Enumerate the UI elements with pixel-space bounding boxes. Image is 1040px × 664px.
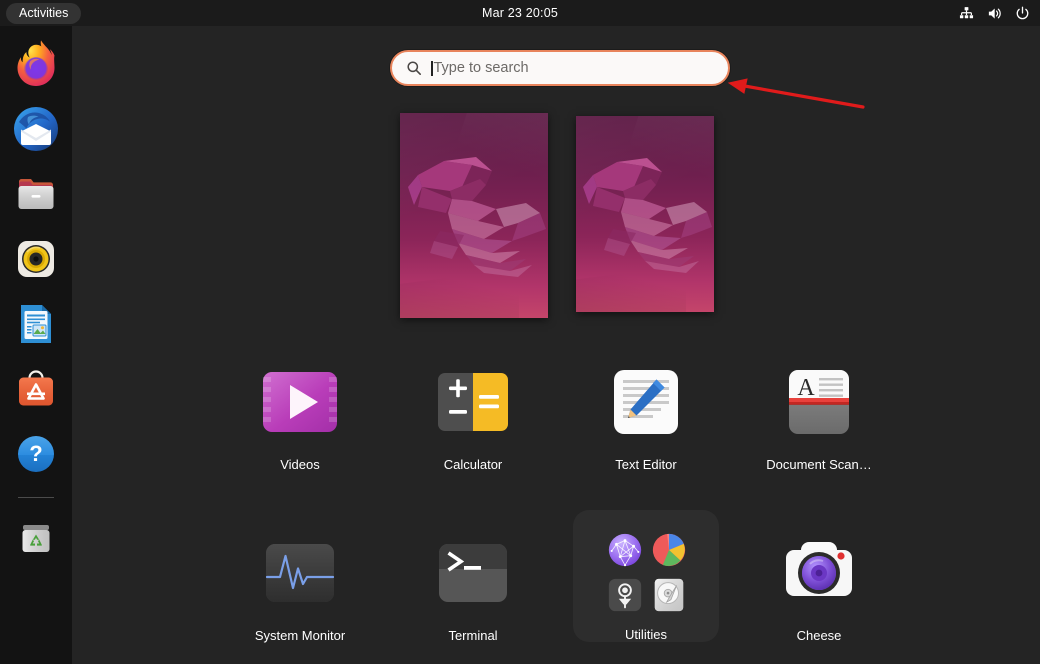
app-label: Document Scan…: [766, 457, 872, 472]
mini-disks-icon: [654, 578, 684, 611]
dock: ?: [0, 26, 72, 664]
app-text-editor[interactable]: Text Editor: [573, 340, 719, 472]
app-videos[interactable]: Videos: [227, 340, 373, 472]
app-calculator[interactable]: Calculator: [400, 340, 546, 472]
app-icon-container: [771, 525, 867, 621]
app-icon-container: [252, 354, 348, 450]
app-grid: Videos Calculator Text Editor A Document…: [72, 340, 1040, 664]
dock-item-ubuntu-software[interactable]: [12, 365, 60, 413]
search-container: Type to search: [390, 50, 730, 86]
document-scanner-icon: A: [789, 370, 849, 434]
folder-preview-grid: [598, 524, 694, 620]
text-editor-icon: [614, 370, 678, 434]
mini-logs-icon: [608, 578, 642, 611]
volume-icon[interactable]: [987, 6, 1002, 21]
workspace-thumbnail-1[interactable]: [400, 113, 548, 318]
workspace-thumbnail-2[interactable]: [576, 116, 714, 312]
trash-icon: [22, 525, 50, 552]
dock-item-trash[interactable]: [12, 514, 60, 562]
videos-icon: [263, 372, 337, 432]
app-terminal[interactable]: Terminal: [400, 511, 546, 643]
dock-separator: [18, 497, 54, 498]
app-label: Terminal: [448, 628, 498, 643]
libreoffice-impress-icon: [21, 305, 51, 343]
top-bar: Activities Mar 23 20:05: [0, 0, 1040, 26]
thunderbird-icon: [14, 107, 58, 151]
clock-menu: Mar 23 20:05: [0, 6, 1040, 20]
app-label: Utilities: [625, 627, 667, 642]
power-icon[interactable]: [1015, 6, 1030, 21]
search-icon: [407, 61, 421, 75]
workspace-wallpaper-1: [400, 113, 548, 318]
app-label: Text Editor: [615, 457, 677, 472]
dock-item-files[interactable]: [12, 170, 60, 218]
app-label: System Monitor: [254, 628, 346, 643]
calculator-icon: [438, 373, 508, 431]
workspace-wallpaper-2: [576, 116, 714, 312]
network-icon[interactable]: [959, 6, 974, 21]
help-icon: ?: [18, 436, 54, 472]
mini-disk-usage-analyzer-icon: [652, 533, 686, 566]
dock-item-libreoffice-impress[interactable]: [12, 300, 60, 348]
search-input[interactable]: Type to search: [390, 50, 730, 86]
dock-item-help[interactable]: ?: [12, 430, 60, 478]
app-icon-container: A: [771, 354, 867, 450]
dock-item-thunderbird[interactable]: [12, 105, 60, 153]
app-label: Cheese: [796, 628, 842, 643]
activities-label: Activities: [19, 5, 69, 20]
activities-button[interactable]: Activities: [6, 2, 82, 24]
app-icon-container: [252, 525, 348, 621]
app-label: Calculator: [443, 457, 503, 472]
app-icon-container: [425, 354, 521, 450]
dock-item-firefox[interactable]: [12, 40, 60, 88]
mini-connections-icon: [608, 533, 642, 566]
files-icon: [18, 179, 54, 209]
dock-item-rhythmbox[interactable]: [12, 235, 60, 283]
app-label: Videos: [280, 457, 320, 472]
text-cursor: [431, 60, 433, 76]
cheese-icon: [786, 542, 852, 596]
app-utilities-folder[interactable]: Utilities: [573, 510, 719, 642]
svg-text:A: A: [797, 375, 815, 401]
app-icon-container: [598, 354, 694, 450]
app-document-scanner[interactable]: A Document Scan…: [746, 340, 892, 472]
clock-label[interactable]: Mar 23 20:05: [482, 6, 558, 20]
search-placeholder: Type to search: [433, 60, 529, 76]
firefox-icon: [17, 40, 55, 86]
svg-text:?: ?: [29, 441, 42, 466]
system-monitor-icon: [265, 544, 335, 602]
rhythmbox-icon: [18, 241, 54, 277]
terminal-icon: [439, 544, 507, 602]
system-tray: [959, 0, 1030, 26]
workspace-thumbnail-strip: [72, 105, 1040, 320]
app-cheese[interactable]: Cheese: [746, 511, 892, 643]
app-icon-container: [425, 525, 521, 621]
ubuntu-software-icon: [19, 370, 53, 406]
app-system-monitor[interactable]: System Monitor: [227, 511, 373, 643]
